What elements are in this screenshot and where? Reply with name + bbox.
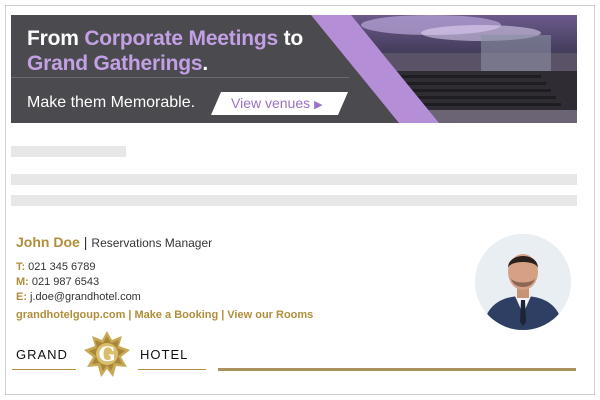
logo-word-grand: GRAND [16, 347, 68, 362]
contact-email[interactable]: E: j.doe@grandhotel.com [16, 291, 141, 304]
signature-name-line: John Doe | Reservations Manager [16, 234, 212, 252]
email-label: E: [16, 291, 27, 303]
view-rooms-link[interactable]: View our Rooms [227, 309, 313, 321]
make-booking-link[interactable]: Make a Booking [134, 309, 218, 321]
mobile-value: 021 987 6543 [31, 276, 100, 288]
logo-rule-left [12, 369, 76, 370]
placeholder-line-full [11, 195, 577, 206]
phone-value: 021 345 6789 [28, 261, 96, 273]
link-separator: | [128, 309, 132, 321]
placeholder-line-full [11, 174, 577, 185]
contact-mobile[interactable]: M: 021 987 6543 [16, 276, 99, 289]
contact-phone[interactable]: T: 021 345 6789 [16, 261, 95, 274]
play-arrow-icon: ▶ [314, 99, 323, 111]
footer-divider [218, 368, 576, 371]
signature-name: John Doe [16, 234, 80, 250]
promo-banner[interactable]: From Corporate Meetings to Grand Gatheri… [11, 15, 577, 123]
avatar [475, 234, 571, 330]
link-separator: | [221, 309, 225, 321]
headline-accent-grand: Grand Gatherings [27, 52, 203, 75]
phone-label: T: [16, 261, 26, 273]
view-venues-button[interactable]: View venues ▶ [211, 92, 348, 115]
name-role-separator: | [83, 234, 88, 250]
banner-headline: From Corporate Meetings to Grand Gatheri… [27, 27, 303, 75]
placeholder-line-short [11, 146, 126, 157]
logo-word-hotel: HOTEL [140, 347, 189, 362]
signature-role: Reservations Manager [91, 236, 213, 250]
cta-label: View venues [231, 95, 311, 111]
emblem-letter: G [98, 342, 116, 366]
mobile-label: M: [16, 276, 29, 288]
logo-rule-right [138, 369, 206, 370]
email-value: j.doe@grandhotel.com [30, 291, 141, 303]
headline-accent-corporate: Corporate Meetings [84, 27, 278, 50]
banner-tagline: Make them Memorable. [27, 94, 196, 111]
person-portrait-icon [475, 234, 571, 330]
website-link[interactable]: grandhotelgoup.com [16, 309, 125, 321]
signature-links: grandhotelgoup.com | Make a Booking | View o… [16, 309, 313, 321]
